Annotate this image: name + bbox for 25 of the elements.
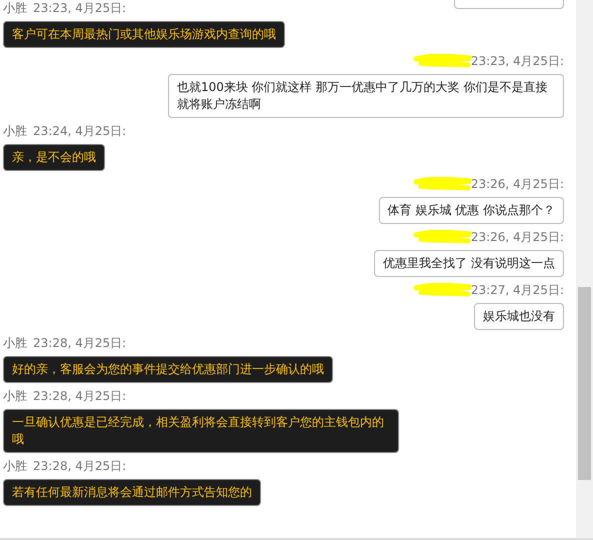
scrollbar-thumb[interactable] xyxy=(578,287,591,480)
message-bubble: 优惠里我全找了 没有说明这一点 xyxy=(374,250,564,277)
sender-name: 小胜 xyxy=(3,334,27,352)
scrollbar[interactable] xyxy=(576,0,593,538)
message-time: 23:27, 4月25日: xyxy=(470,282,564,298)
message-time: 23:28, 4月25日: xyxy=(33,388,126,404)
message-time: 23:26, 4月25日: xyxy=(470,176,564,192)
message-time: 23:23, 4月25日: xyxy=(470,52,564,70)
message-bubble: 客户可在本周最热门或其他娱乐场游戏内查询的哦 xyxy=(3,21,285,48)
sender-name: 小胜 xyxy=(3,0,27,16)
message-bubble: 一旦确认优惠是已经完成，相关盈利将会直接转到客户您的主钱包内的哦 xyxy=(3,409,399,453)
message-bubble: 亲，是不会的哦 xyxy=(3,144,105,171)
message-time: 23:28, 4月25日: xyxy=(33,334,126,352)
sender-name: 小胜 xyxy=(3,388,27,404)
message-bubble: 娱乐城也没有 xyxy=(474,303,564,330)
message-bubble: 若有任何最新消息将会通过邮件方式告知您的 xyxy=(3,479,261,506)
message-time: 23:28, 4月25日: xyxy=(33,458,126,474)
message-bubble: 体育 娱乐城 优惠 你说点那个？ xyxy=(378,197,564,224)
sender-name: 小胜 xyxy=(3,458,27,474)
message-time: 23:24, 4月25日: xyxy=(33,122,126,140)
message-time: 23:26, 4月25日: xyxy=(470,228,564,246)
sender-name: 小胜 xyxy=(3,122,27,140)
message-bubble: 好的亲，客服会为您的事件提交给优惠部门进一步确认的哦 xyxy=(3,356,333,383)
message-time: 23:23, 4月25日: xyxy=(33,0,126,16)
message-bubble: 也就100来块 你们就这样 那万一优惠中了几万的大奖 你们是不是直接就将账户冻结啊 xyxy=(168,74,564,118)
